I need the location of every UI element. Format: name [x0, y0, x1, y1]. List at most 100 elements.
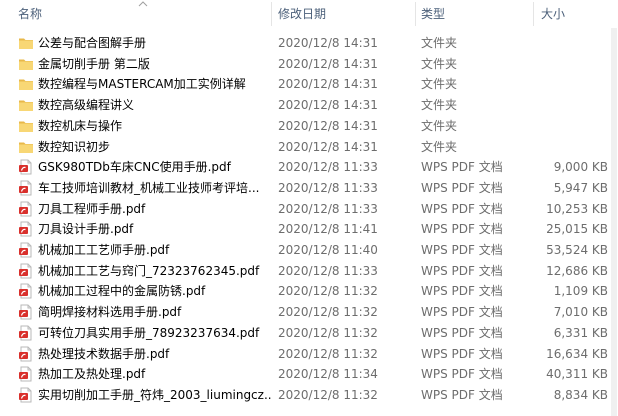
file-date: 2020/12/8 11:33	[278, 180, 378, 195]
column-separator[interactable]	[271, 2, 272, 26]
file-type: WPS PDF 文档	[421, 160, 503, 175]
file-size: 10,253 KB	[546, 201, 608, 216]
file-row[interactable]: 数控编程与MASTERCAM加工实例详解 2020/12/8 14:31 文件夹	[0, 74, 610, 94]
file-name: 数控机床与操作	[38, 118, 123, 133]
sort-up-arrow-icon	[138, 1, 148, 7]
file-size: 7,010 KB	[553, 305, 608, 320]
file-size: 9,000 KB	[553, 160, 608, 175]
file-size: 40,311 KB	[546, 367, 608, 382]
file-date: 2020/12/8 11:33	[278, 160, 378, 175]
file-date: 2020/12/8 14:31	[278, 98, 378, 113]
file-row[interactable]: 数控知识初步 2020/12/8 14:31 文件夹	[0, 137, 610, 157]
file-date: 2020/12/8 14:31	[278, 139, 378, 154]
pdf-icon	[19, 180, 32, 196]
file-date: 2020/12/8 11:33	[278, 263, 378, 278]
pdf-icon	[19, 346, 32, 361]
file-row[interactable]: 简明焊接材料选用手册.pdf 2020/12/8 11:32 WPS PDF 文档 7…	[0, 302, 610, 322]
file-date: 2020/12/8 11:33	[278, 201, 378, 216]
pdf-icon	[19, 366, 32, 382]
column-header-date[interactable]: 修改日期	[278, 0, 413, 28]
file-row[interactable]: 可转位刀具实用手册_78923237634.pdf 2020/12/8 11:32…	[0, 323, 610, 343]
file-type: 文件夹	[421, 36, 458, 50]
file-row[interactable]: 数控高级编程讲义 2020/12/8 14:31 文件夹	[0, 95, 610, 115]
file-name: 机械加工过程中的金属防锈.pdf	[38, 284, 206, 299]
file-size: 53,524 KB	[546, 243, 608, 257]
file-row[interactable]: 金属切削手册 第二版 2020/12/8 14:31 文件夹	[0, 54, 610, 74]
file-name: 可转位刀具实用手册_78923237634.pdf	[38, 325, 260, 340]
pdf-icon	[19, 159, 32, 175]
file-name: 数控高级编程讲义	[38, 98, 135, 113]
column-header-date-label: 修改日期	[278, 7, 327, 21]
file-size	[520, 33, 608, 53]
file-name: 车工技师培训教材_机械工业技师考评培...	[38, 180, 260, 195]
file-type: 文件夹	[421, 139, 458, 154]
file-row[interactable]: 热加工及热处理.pdf 2020/12/8 11:34 WPS PDF 文档 40,3…	[0, 364, 610, 384]
file-date: 2020/12/8 11:40	[278, 243, 378, 257]
file-row[interactable]: 车工技师培训教材_机械工业技师考评培... 2020/12/8 11:33 WPS …	[0, 178, 610, 198]
file-row[interactable]: 机械加工工艺师手册.pdf 2020/12/8 11:40 WPS PDF 文档 53…	[0, 240, 610, 260]
file-date: 2020/12/8 14:31	[278, 77, 378, 92]
file-size: 25,015 KB	[546, 222, 608, 237]
file-name: 热处理技术数据手册.pdf	[38, 346, 170, 361]
file-size: 12,686 KB	[546, 263, 608, 278]
file-row[interactable]: 机械加工过程中的金属防锈.pdf 2020/12/8 11:32 WPS PDF 文…	[0, 281, 610, 301]
column-separator[interactable]	[533, 2, 534, 26]
pdf-icon	[19, 304, 32, 320]
file-name: 机械加工工艺师手册.pdf	[38, 243, 170, 257]
file-type: 文件夹	[421, 56, 458, 71]
column-header-bar: 名称 修改日期 类型 大小	[0, 0, 618, 28]
file-date: 2020/12/8 11:32	[278, 346, 378, 361]
file-row[interactable]: 刀具工程师手册.pdf 2020/12/8 11:33 WPS PDF 文档 10,2…	[0, 199, 610, 219]
folder-icon	[19, 59, 33, 70]
file-size: 5,947 KB	[553, 180, 608, 195]
file-type: WPS PDF 文档	[421, 201, 503, 216]
file-row[interactable]: 实用切削加工手册_符炜_2003_liumingcz... 2020/12/8 1…	[0, 385, 610, 405]
file-name: 热加工及热处理.pdf	[38, 367, 146, 382]
file-date: 2020/12/8 14:31	[278, 118, 378, 133]
folder-icon	[19, 100, 33, 112]
file-type: 文件夹	[421, 77, 458, 92]
pdf-icon	[19, 242, 32, 258]
column-header-size-label: 大小	[541, 7, 566, 21]
file-date: 2020/12/8 11:32	[278, 387, 378, 402]
file-row[interactable]: 机械加工工艺与窍门_72323762345.pdf 2020/12/8 11:33…	[0, 261, 610, 281]
column-header-type[interactable]: 类型	[421, 0, 531, 28]
vertical-scrollbar[interactable]	[610, 28, 618, 416]
column-header-size[interactable]: 大小	[541, 0, 609, 28]
file-row[interactable]: 数控机床与操作 2020/12/8 14:31 文件夹	[0, 116, 610, 136]
file-size	[520, 95, 608, 115]
file-row[interactable]: 公差与配合图解手册 2020/12/8 14:31 文件夹	[0, 33, 610, 53]
file-name: 数控知识初步	[38, 139, 111, 154]
folder-icon	[19, 38, 33, 49]
folder-icon	[19, 79, 33, 91]
file-date: 2020/12/8 11:32	[278, 284, 378, 299]
pdf-icon	[19, 387, 32, 403]
file-size: 16,634 KB	[546, 346, 608, 361]
file-date: 2020/12/8 11:34	[278, 367, 378, 382]
column-header-type-label: 类型	[421, 7, 446, 21]
file-row[interactable]: 刀具设计手册.pdf 2020/12/8 11:41 WPS PDF 文档 25,01…	[0, 219, 610, 239]
file-row[interactable]: GSK980TDb车床CNC使用手册.pdf 2020/12/8 11:33 WPS…	[0, 157, 610, 177]
file-type: WPS PDF 文档	[421, 222, 503, 237]
file-name: 刀具设计手册.pdf	[38, 222, 134, 237]
pdf-icon	[19, 201, 32, 217]
column-separator[interactable]	[415, 2, 416, 26]
file-name: 金属切削手册 第二版	[38, 56, 150, 71]
file-type: WPS PDF 文档	[421, 263, 503, 278]
pdf-icon	[19, 263, 32, 279]
file-row[interactable]: 热处理技术数据手册.pdf 2020/12/8 11:32 WPS PDF 文档 16…	[0, 344, 610, 364]
file-size	[520, 116, 608, 136]
file-size	[520, 54, 608, 74]
file-size: 6,331 KB	[553, 325, 608, 340]
file-type: WPS PDF 文档	[421, 284, 503, 299]
scrollbar-thumb[interactable]	[611, 28, 617, 416]
file-size: 1,109 KB	[553, 284, 608, 299]
file-name: 刀具工程师手册.pdf	[38, 201, 146, 216]
column-header-name-label: 名称	[18, 7, 43, 21]
file-name: 实用切削加工手册_符炜_2003_liumingcz...	[38, 387, 272, 402]
file-name: 简明焊接材料选用手册.pdf	[38, 305, 182, 320]
pdf-icon	[19, 221, 32, 237]
file-size: 8,834 KB	[553, 387, 608, 402]
file-type: WPS PDF 文档	[421, 346, 503, 361]
file-date: 2020/12/8 11:32	[278, 325, 378, 340]
